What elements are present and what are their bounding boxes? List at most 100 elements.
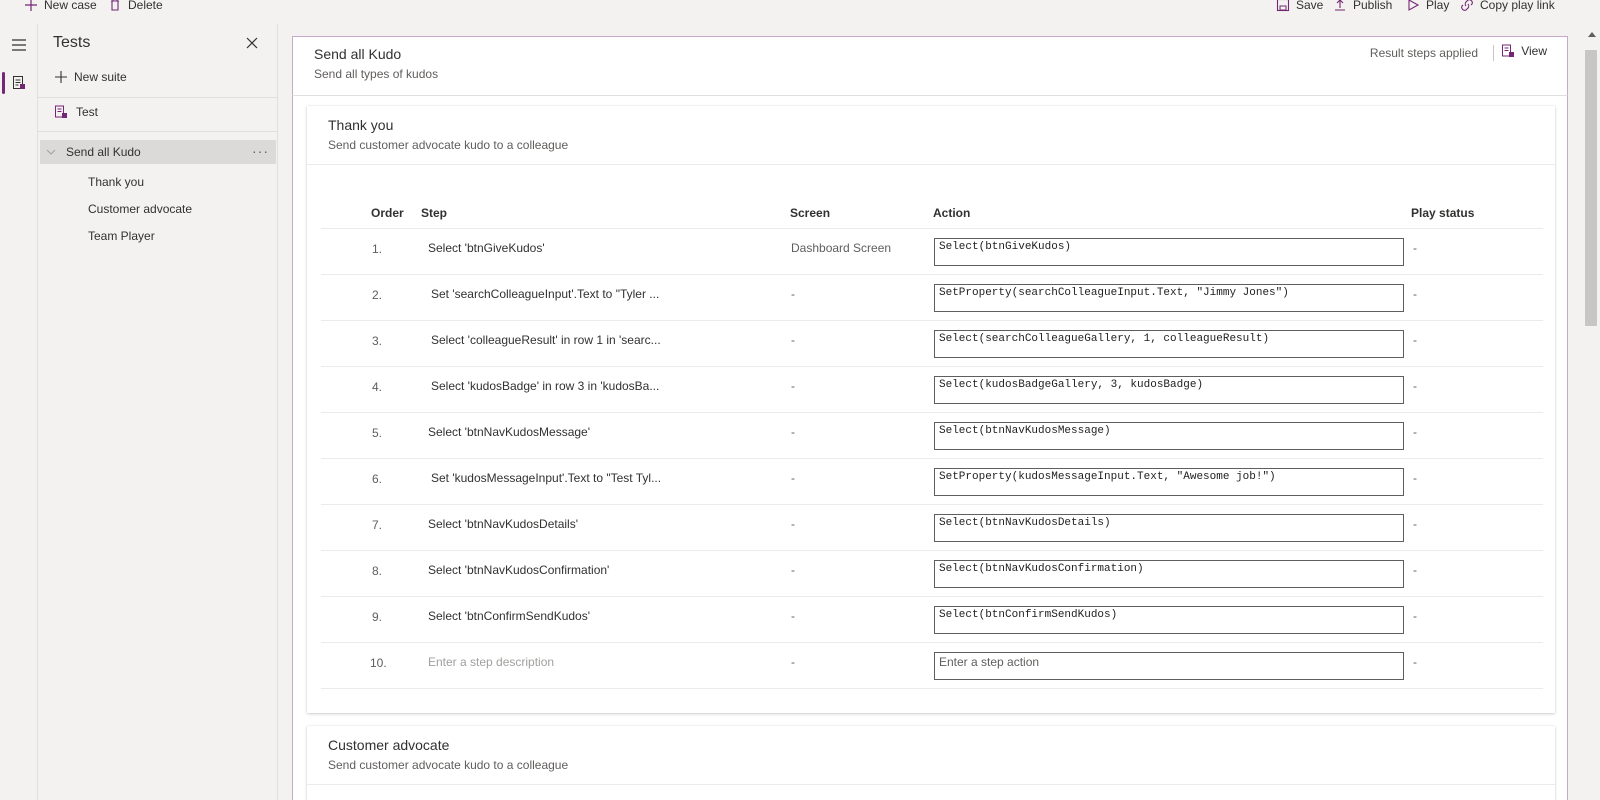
- step-cell[interactable]: Select 'btnGiveKudos': [428, 241, 668, 255]
- test-item[interactable]: Test: [54, 105, 98, 119]
- link-icon: [1461, 0, 1473, 11]
- screen-cell: -: [791, 609, 795, 623]
- left-rail: [0, 24, 38, 800]
- add-icon: [25, 0, 37, 11]
- step-cell[interactable]: Select 'kudosBadge' in row 3 in 'kudosBa…: [431, 379, 671, 393]
- suite-header[interactable]: Send all Kudo Send all types of kudos Re…: [292, 36, 1568, 96]
- order-cell: 8.: [372, 564, 383, 578]
- order-cell: 10.: [370, 656, 387, 670]
- order-cell: 6.: [372, 472, 383, 486]
- suite-name: Send all Kudo: [314, 46, 402, 62]
- publish-button[interactable]: Publish: [1333, 0, 1392, 13]
- step-cell[interactable]: Select 'btnConfirmSendKudos': [428, 609, 668, 623]
- save-icon: [1276, 0, 1290, 12]
- step-action-input[interactable]: Enter a step action: [934, 652, 1404, 680]
- more-options-icon[interactable]: ···: [252, 143, 269, 159]
- step-description-input[interactable]: Enter a step description: [428, 655, 668, 669]
- tests-tab[interactable]: [0, 70, 38, 98]
- play-status-cell: -: [1413, 517, 1417, 531]
- chevron-down-icon[interactable]: [46, 147, 56, 157]
- action-input[interactable]: Select(btnConfirmSendKudos): [934, 606, 1404, 634]
- action-input[interactable]: Select(btnNavKudosConfirmation): [934, 560, 1404, 588]
- play-status-cell: -: [1413, 471, 1417, 485]
- order-cell: 4.: [372, 380, 383, 394]
- publish-icon: [1335, 0, 1345, 11]
- screen-cell: -: [791, 425, 795, 439]
- vertical-scrollbar[interactable]: [1584, 24, 1600, 800]
- action-input[interactable]: Select(btnNavKudosDetails): [934, 514, 1404, 542]
- play-status-cell: -: [1413, 379, 1417, 393]
- suite-description: Send all types of kudos: [314, 67, 439, 81]
- table-row[interactable]: 4. Select 'kudosBadge' in row 3 in 'kudo…: [321, 366, 1543, 413]
- save-button[interactable]: Save: [1276, 0, 1323, 13]
- view-button[interactable]: View: [1501, 44, 1547, 58]
- new-step-row[interactable]: 10. Enter a step description - Enter a s…: [321, 642, 1543, 689]
- step-cell[interactable]: Select 'btnNavKudosDetails': [428, 517, 668, 531]
- screen-cell: -: [791, 471, 795, 485]
- divider: [1493, 45, 1494, 61]
- action-input[interactable]: Select(searchColleagueGallery, 1, collea…: [934, 330, 1404, 358]
- order-cell: 2.: [372, 288, 383, 302]
- delete-button[interactable]: Delete: [108, 0, 163, 13]
- play-status-cell: -: [1413, 563, 1417, 577]
- column-header-order: Order: [371, 206, 404, 220]
- table-row[interactable]: 9. Select 'btnConfirmSendKudos' - Select…: [321, 596, 1543, 643]
- column-header-play-status: Play status: [1411, 206, 1475, 220]
- test-case-card-thank-you[interactable]: Thank you Send customer advocate kudo to…: [307, 106, 1555, 713]
- action-input[interactable]: Select(btnNavKudosMessage): [934, 422, 1404, 450]
- table-row[interactable]: 6. Set 'kudosMessageInput'.Text to "Test…: [321, 458, 1543, 505]
- case-tree-item-customer-advocate[interactable]: Customer advocate: [88, 202, 192, 216]
- play-status-cell: -: [1413, 425, 1417, 439]
- divider: [38, 131, 278, 132]
- play-label: Play: [1426, 0, 1450, 12]
- test-document-icon: [13, 76, 25, 89]
- table-row[interactable]: 3. Select 'colleagueResult' in row 1 in …: [321, 320, 1543, 367]
- step-cell[interactable]: Select 'colleagueResult' in row 1 in 'se…: [431, 333, 671, 347]
- copy-play-link-button[interactable]: Copy play link: [1460, 0, 1555, 13]
- new-case-label: New case: [44, 0, 97, 12]
- tests-panel: Tests New suite Test Send all Kudo ··· T…: [38, 24, 278, 800]
- case-description: Send customer advocate kudo to a colleag…: [328, 758, 569, 772]
- action-input[interactable]: Select(kudosBadgeGallery, 3, kudosBadge): [934, 376, 1404, 404]
- test-document-icon: [55, 105, 67, 118]
- screen-cell: -: [791, 287, 795, 301]
- action-input[interactable]: SetProperty(kudosMessageInput.Text, "Awe…: [934, 468, 1404, 496]
- step-cell[interactable]: Set 'kudosMessageInput'.Text to "Test Ty…: [431, 471, 671, 485]
- test-case-card-customer-advocate[interactable]: Customer advocate Send customer advocate…: [307, 726, 1555, 800]
- close-icon[interactable]: [244, 35, 260, 51]
- hamburger-menu-icon[interactable]: [9, 35, 29, 55]
- step-cell[interactable]: Select 'btnNavKudosConfirmation': [428, 563, 668, 577]
- copy-play-link-label: Copy play link: [1480, 0, 1555, 12]
- new-case-button[interactable]: New case: [24, 0, 97, 13]
- screen-cell: -: [791, 655, 795, 669]
- table-row[interactable]: 1. Select 'btnGiveKudos' Dashboard Scree…: [321, 228, 1543, 275]
- play-button[interactable]: Play: [1406, 0, 1449, 13]
- divider: [307, 164, 1555, 165]
- order-cell: 1.: [372, 242, 383, 256]
- screen-cell: -: [791, 517, 795, 531]
- active-indicator: [2, 72, 5, 94]
- play-status-cell: -: [1413, 609, 1417, 623]
- suite-tree-item[interactable]: Send all Kudo ···: [40, 140, 276, 164]
- table-row[interactable]: 7. Select 'btnNavKudosDetails' - Select(…: [321, 504, 1543, 551]
- scrollbar-thumb[interactable]: [1585, 50, 1597, 326]
- table-row[interactable]: 5. Select 'btnNavKudosMessage' - Select(…: [321, 412, 1543, 459]
- play-status-cell: -: [1413, 655, 1417, 669]
- table-row[interactable]: 8. Select 'btnNavKudosConfirmation' - Se…: [321, 550, 1543, 597]
- case-title: Thank you: [328, 117, 394, 133]
- action-input[interactable]: Select(btnGiveKudos): [934, 238, 1404, 266]
- main-content: Send all Kudo Send all types of kudos Re…: [278, 24, 1584, 800]
- case-tree-item-team-player[interactable]: Team Player: [88, 229, 155, 243]
- action-input[interactable]: SetProperty(searchColleagueInput.Text, "…: [934, 284, 1404, 312]
- play-status-cell: -: [1413, 287, 1417, 301]
- add-icon: [55, 71, 67, 83]
- case-tree-item-thank-you[interactable]: Thank you: [88, 175, 144, 189]
- play-icon: [1408, 0, 1420, 11]
- step-cell[interactable]: Select 'btnNavKudosMessage': [428, 425, 668, 439]
- step-cell[interactable]: Set 'searchColleagueInput'.Text to "Tyle…: [431, 287, 671, 301]
- scroll-up-arrow-icon[interactable]: [1588, 32, 1596, 37]
- new-suite-button[interactable]: New suite: [54, 70, 127, 84]
- table-row[interactable]: 2. Set 'searchColleagueInput'.Text to "T…: [321, 274, 1543, 321]
- view-label: View: [1521, 44, 1547, 58]
- order-cell: 5.: [372, 426, 383, 440]
